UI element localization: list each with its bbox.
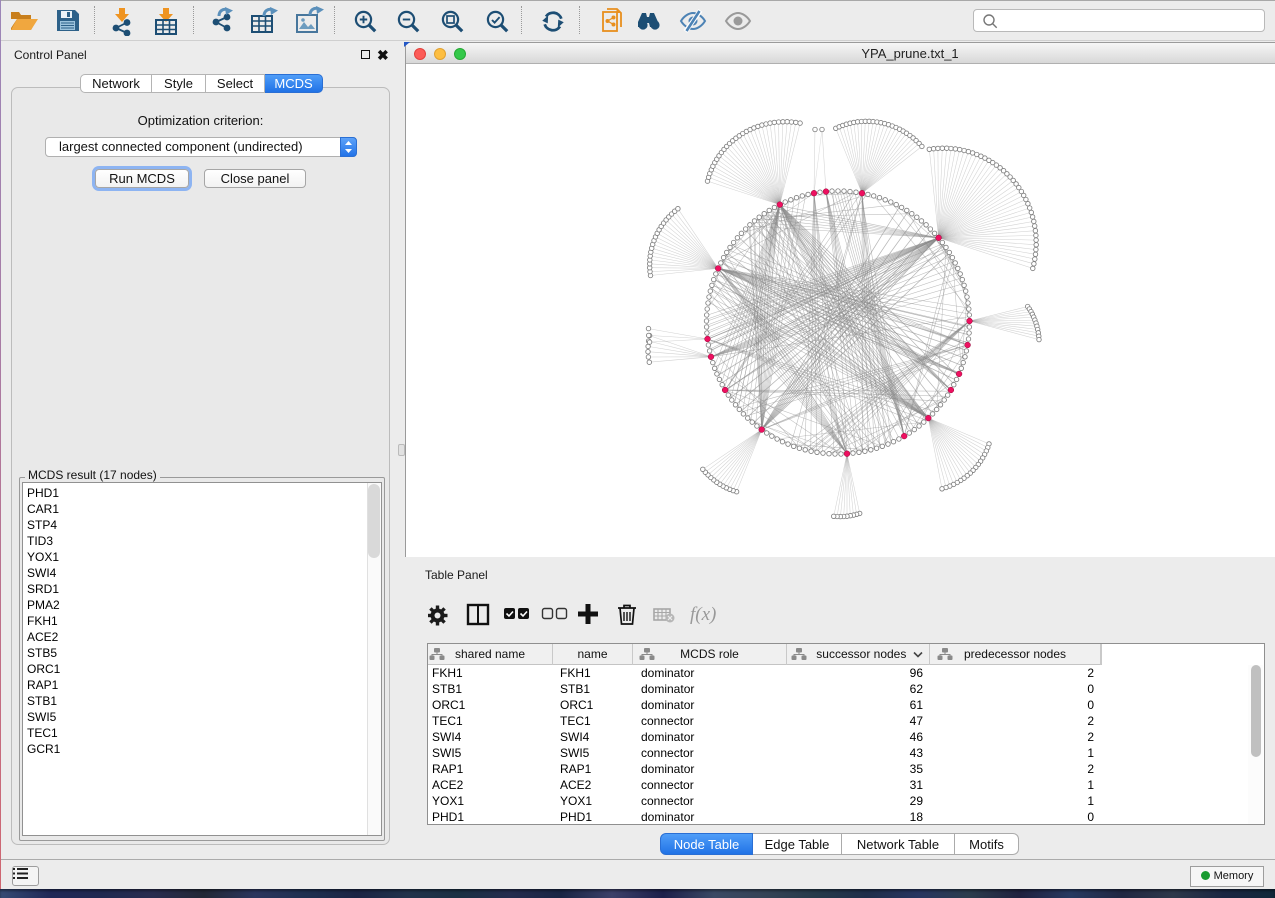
svg-text:f(x): f(x) [690, 604, 716, 625]
